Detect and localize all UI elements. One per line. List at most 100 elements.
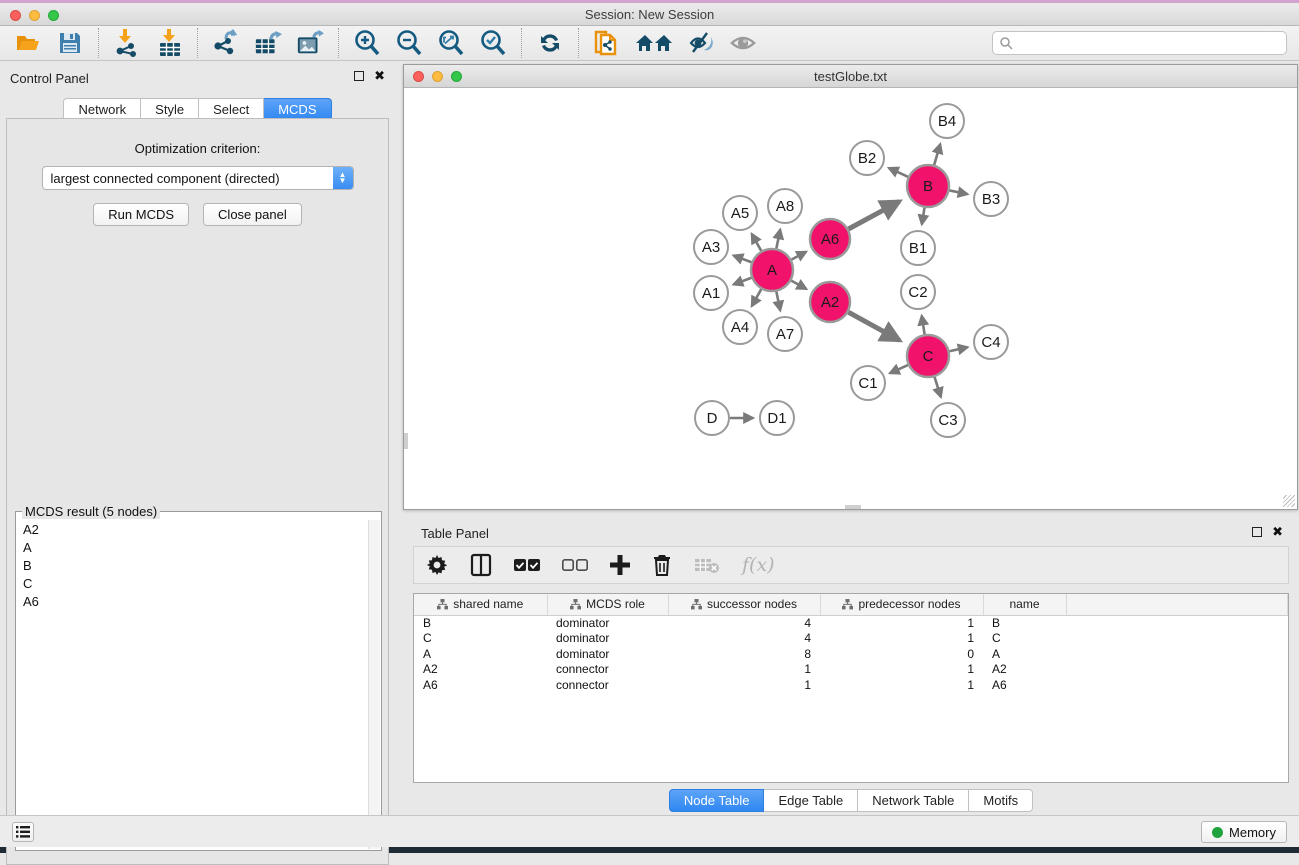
table-row[interactable]: A2connector11A2 <box>414 662 1288 678</box>
table-cell[interactable]: 1 <box>820 677 983 693</box>
refresh-icon[interactable] <box>536 29 564 57</box>
graph-node-A6[interactable]: A6 <box>810 219 850 259</box>
delete-icon[interactable] <box>652 554 672 576</box>
run-mcds-button[interactable]: Run MCDS <box>93 203 189 226</box>
table-cell[interactable]: A2 <box>983 662 1066 678</box>
save-session-icon[interactable] <box>56 29 84 57</box>
graph-node-B4[interactable]: B4 <box>930 104 964 138</box>
graph-edge-A-A6[interactable] <box>791 252 806 260</box>
table-cell[interactable]: connector <box>547 662 668 678</box>
table-cell[interactable]: 4 <box>668 631 820 647</box>
graph-edge-A-A2[interactable] <box>791 281 806 289</box>
mcds-result-scrollbar[interactable] <box>368 520 380 849</box>
graph-edge-A2-C[interactable] <box>848 312 899 340</box>
table-tab-edge-table[interactable]: Edge Table <box>764 789 858 812</box>
close-panel-icon[interactable]: ✖ <box>374 71 385 81</box>
column-header-name[interactable]: name <box>983 594 1066 615</box>
table-cell[interactable]: 4 <box>668 615 820 631</box>
graph-node-A1[interactable]: A1 <box>694 276 728 310</box>
graph-node-C3[interactable]: C3 <box>931 403 965 437</box>
table-row[interactable]: Adominator80A <box>414 646 1288 662</box>
export-table-icon[interactable] <box>254 29 282 57</box>
graph-edge-C-C3[interactable] <box>935 377 941 397</box>
table-cell[interactable]: dominator <box>547 615 668 631</box>
column-header-successor-nodes[interactable]: successor nodes <box>668 594 820 615</box>
import-network-icon[interactable] <box>113 29 141 57</box>
table-cell[interactable]: 1 <box>820 631 983 647</box>
graph-node-A[interactable]: A <box>751 249 793 291</box>
zoom-out-icon[interactable] <box>395 29 423 57</box>
graph-edge-C-C1[interactable] <box>890 365 908 373</box>
graph-node-A3[interactable]: A3 <box>694 230 728 264</box>
network-graph[interactable]: B4B2BB3A8A5A6A3B1AA1C2A2A4A7C4CC1DD1C3 <box>404 89 1297 509</box>
graph-node-A4[interactable]: A4 <box>723 310 757 344</box>
table-row[interactable]: A6connector11A6 <box>414 677 1288 693</box>
graph-edge-C-C2[interactable] <box>922 316 925 335</box>
export-image-icon[interactable] <box>296 29 324 57</box>
graph-node-C4[interactable]: C4 <box>974 325 1008 359</box>
import-table-icon[interactable] <box>155 29 183 57</box>
graph-node-B3[interactable]: B3 <box>974 182 1008 216</box>
birds-eye-icon[interactable] <box>729 29 757 57</box>
search-input[interactable] <box>1014 36 1286 50</box>
close-panel-button[interactable]: Close panel <box>203 203 302 226</box>
mcds-result-item[interactable]: A2 <box>17 520 368 538</box>
table-cell[interactable]: A6 <box>983 677 1066 693</box>
open-file-icon[interactable] <box>14 29 42 57</box>
table-cell[interactable]: C <box>414 631 547 647</box>
memory-button[interactable]: Memory <box>1201 821 1287 843</box>
columns-icon[interactable] <box>470 553 492 577</box>
table-cell[interactable]: A6 <box>414 677 547 693</box>
mcds-result-item[interactable]: B <box>17 556 368 574</box>
graph-edge-A-A7[interactable] <box>776 292 780 311</box>
graph-node-A8[interactable]: A8 <box>768 189 802 223</box>
graph-node-C1[interactable]: C1 <box>851 366 885 400</box>
graph-edge-C-C4[interactable] <box>949 347 967 351</box>
graph-edge-B-B4[interactable] <box>934 144 940 165</box>
table-cell[interactable]: A2 <box>414 662 547 678</box>
export-network-icon[interactable] <box>212 29 240 57</box>
column-header-predecessor-nodes[interactable]: predecessor nodes <box>820 594 983 615</box>
table-row[interactable]: Cdominator41C <box>414 631 1288 647</box>
zoom-in-icon[interactable] <box>353 29 381 57</box>
close-table-panel-icon[interactable]: ✖ <box>1272 527 1283 537</box>
table-tab-network-table[interactable]: Network Table <box>858 789 969 812</box>
network-canvas[interactable]: B4B2BB3A8A5A6A3B1AA1C2A2A4A7C4CC1DD1C3 <box>404 89 1297 509</box>
table-cell[interactable]: 0 <box>820 646 983 662</box>
graph-edge-B-B3[interactable] <box>950 190 968 194</box>
table-cell[interactable]: A <box>983 646 1066 662</box>
table-cell[interactable]: 1 <box>820 662 983 678</box>
graph-edge-A-A1[interactable] <box>733 278 751 285</box>
graph-edge-B-B1[interactable] <box>922 208 925 225</box>
column-header-MCDS-role[interactable]: MCDS role <box>547 594 668 615</box>
table-cell[interactable]: dominator <box>547 646 668 662</box>
graph-edge-A-A3[interactable] <box>733 255 751 262</box>
resize-grip-icon[interactable] <box>1283 495 1295 507</box>
graph-node-B1[interactable]: B1 <box>901 231 935 265</box>
graph-edge-A6-B[interactable] <box>848 201 899 229</box>
graph-node-D1[interactable]: D1 <box>760 401 794 435</box>
mcds-result-item[interactable]: C <box>17 574 368 592</box>
float-panel-icon[interactable] <box>354 71 364 81</box>
graph-node-A7[interactable]: A7 <box>768 317 802 351</box>
deselect-all-icon[interactable] <box>562 558 588 572</box>
task-history-button[interactable] <box>12 822 34 842</box>
table-cell[interactable]: 1 <box>668 662 820 678</box>
table-cell[interactable]: 1 <box>668 677 820 693</box>
table-cell[interactable]: B <box>414 615 547 631</box>
table-tab-motifs[interactable]: Motifs <box>969 789 1033 812</box>
show-graphics-details-icon[interactable] <box>687 29 715 57</box>
column-header-shared-name[interactable]: shared name <box>414 594 547 615</box>
table-cell[interactable]: 8 <box>668 646 820 662</box>
graph-node-A5[interactable]: A5 <box>723 196 757 230</box>
zoom-fit-icon[interactable] <box>437 29 465 57</box>
table-cell[interactable]: dominator <box>547 631 668 647</box>
table-tab-node-table[interactable]: Node Table <box>669 789 765 812</box>
table-cell[interactable]: C <box>983 631 1066 647</box>
table-cell[interactable]: A <box>414 646 547 662</box>
graph-edge-A-A4[interactable] <box>752 289 762 306</box>
table-cell[interactable]: B <box>983 615 1066 631</box>
mcds-result-item[interactable]: A <box>17 538 368 556</box>
graph-node-B2[interactable]: B2 <box>850 141 884 175</box>
search-field[interactable] <box>992 31 1287 55</box>
